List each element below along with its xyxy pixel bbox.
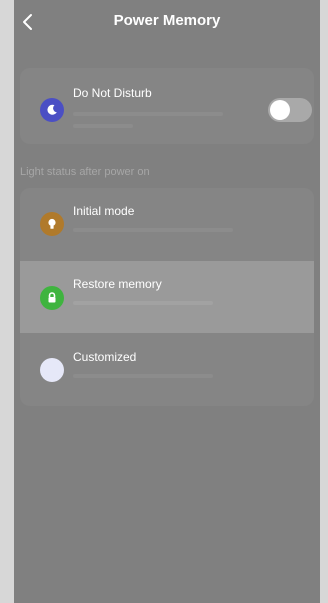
faint-subtext [73, 228, 233, 232]
do-not-disturb-card: Do Not Disturb [20, 68, 314, 144]
toggle-knob [270, 100, 290, 120]
faint-subtext [73, 124, 133, 128]
circle-icon [40, 358, 64, 382]
do-not-disturb-toggle[interactable] [268, 98, 312, 122]
power-on-mode-list: Initial mode Restore memory Customized [20, 188, 314, 406]
lock-icon [40, 286, 64, 310]
mode-label: Initial mode [73, 204, 135, 218]
faint-subtext [73, 301, 213, 305]
header: Power Memory [14, 0, 320, 46]
mode-option-restore-memory[interactable]: Restore memory [20, 261, 314, 333]
moon-icon [40, 98, 64, 122]
bulb-icon [40, 212, 64, 236]
app-screen: Power Memory Do Not Disturb Light status… [14, 0, 320, 603]
do-not-disturb-row: Do Not Disturb [20, 68, 314, 144]
mode-label: Customized [73, 350, 137, 364]
mode-option-initial[interactable]: Initial mode [20, 188, 314, 260]
faint-subtext [73, 112, 223, 116]
mode-label: Restore memory [73, 277, 162, 291]
page-title: Power Memory [113, 12, 221, 29]
faint-subtext [73, 374, 213, 378]
do-not-disturb-label: Do Not Disturb [73, 86, 152, 100]
section-label: Light status after power on [20, 166, 150, 178]
mode-option-customized[interactable]: Customized [20, 334, 314, 406]
